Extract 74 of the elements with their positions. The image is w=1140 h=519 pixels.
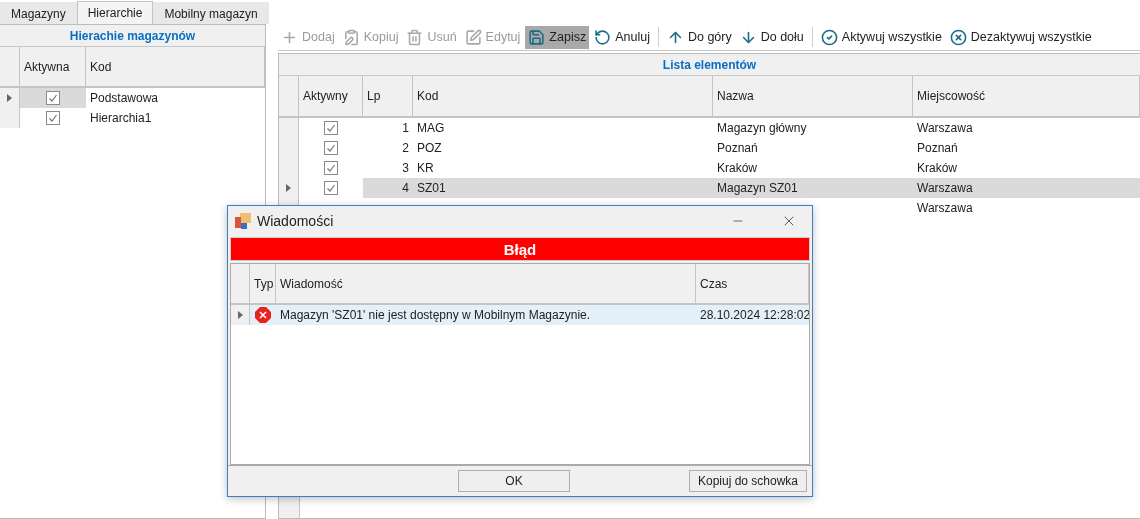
clipboard-icon: [342, 28, 360, 46]
panel-title: Lista elementów: [279, 54, 1140, 76]
row-pointer-icon: [7, 94, 12, 102]
column-header[interactable]: Miejscowość: [913, 76, 1140, 116]
table-cell: Magazyn SZ01: [713, 178, 913, 198]
table-row[interactable]: 4 SZ01 Magazyn SZ01 Warszawa: [279, 178, 1140, 198]
row-pointer-icon: [237, 311, 243, 319]
undo-icon: [594, 28, 612, 46]
row-header[interactable]: [0, 88, 20, 108]
panel-title: Hierachie magazynów: [0, 25, 265, 47]
tab[interactable]: Magazyny: [0, 2, 77, 24]
tab[interactable]: Mobilny magazyn: [153, 2, 269, 24]
table-cell-text: KR: [416, 160, 435, 177]
table-cell: SZ01: [413, 178, 713, 198]
checkbox[interactable]: [324, 141, 338, 155]
edit-icon: [464, 28, 482, 46]
check-circle-icon: [820, 28, 838, 46]
save-icon: [528, 28, 546, 46]
column-header[interactable]: Wiadomość: [276, 264, 696, 303]
table-cell: Warszawa: [913, 178, 1140, 198]
row-header[interactable]: [279, 178, 299, 198]
toolbar-button[interactable]: Aktywuj wszystkie: [817, 25, 945, 49]
toolbar-button[interactable]: Anuluj: [591, 25, 653, 49]
table-cell-text: Poznań: [916, 140, 959, 157]
checkbox[interactable]: [46, 111, 60, 125]
toolbar-button[interactable]: Dezaktywuj wszystkie: [946, 25, 1095, 49]
table-row[interactable]: Hierarchia1: [0, 108, 265, 128]
checkbox[interactable]: [324, 121, 338, 135]
toolbar-button[interactable]: Zapisz: [525, 25, 590, 49]
checkbox[interactable]: [46, 91, 60, 105]
table-cell-text: 2: [401, 140, 410, 157]
column-header[interactable]: Czas: [696, 264, 809, 303]
column-header[interactable]: Nazwa: [713, 76, 913, 116]
message-row[interactable]: Magazyn 'SZ01' nie jest dostępny w Mobilnym Magazynie. 28.10.2024 12:28:02: [231, 305, 809, 325]
table-row[interactable]: Podstawowa: [0, 88, 265, 108]
table-cell-text: Warszawa: [916, 200, 974, 217]
table-cell-text: POZ: [416, 140, 443, 157]
row-header[interactable]: [231, 305, 250, 325]
dialog-title: Wiadomości: [257, 213, 335, 229]
table-cell-text: Kraków: [916, 160, 958, 177]
table-cell-text: Podstawowa: [89, 90, 160, 107]
table-cell-text: Hierarchia1: [89, 110, 153, 127]
table-cell-text: 28.10.2024 12:28:02: [699, 307, 809, 324]
column-header[interactable]: Kod: [86, 47, 265, 86]
checkbox[interactable]: [324, 161, 338, 175]
column-header[interactable]: Lp: [363, 76, 413, 116]
table-cell-text: Magazyn 'SZ01' nie jest dostępny w Mobilnym Magazynie.: [279, 307, 592, 324]
table-cell: 4: [363, 178, 413, 198]
dialog-button[interactable]: Kopiuj do schowka: [689, 470, 807, 492]
trash-icon: [406, 28, 424, 46]
column-header[interactable]: Typ: [250, 264, 276, 303]
error-banner: Błąd: [230, 237, 810, 261]
error-icon: [255, 307, 271, 323]
table-row[interactable]: 3 KR Kraków Kraków: [279, 158, 1140, 178]
row-pointer-icon: [286, 184, 291, 192]
column-header[interactable]: Kod: [413, 76, 713, 116]
app-logo-icon: [234, 212, 252, 230]
table-row[interactable]: 1 MAG Magazyn główny Warszawa: [279, 118, 1140, 138]
dialog-button[interactable]: OK: [458, 470, 570, 492]
tab[interactable]: Hierarchie: [76, 1, 154, 24]
table-cell-text: MAG: [416, 120, 446, 137]
checkbox[interactable]: [324, 181, 338, 195]
table-cell-text: Poznań: [716, 140, 759, 157]
x-circle-icon: [949, 28, 967, 46]
toolbar-button[interactable]: Do dołu: [736, 25, 807, 49]
table-row[interactable]: 2 POZ Poznań Poznań: [279, 138, 1140, 158]
table-cell-text: Warszawa: [916, 120, 974, 137]
table-cell-text: Kraków: [716, 160, 758, 177]
toolbar-button[interactable]: Do góry: [663, 25, 735, 49]
column-header[interactable]: Aktywny: [299, 76, 363, 116]
table-cell-text: 1: [401, 120, 410, 137]
table-cell-text: 3: [401, 160, 410, 177]
column-header[interactable]: Aktywna: [20, 47, 86, 86]
table-cell-text: Magazyn główny: [716, 120, 808, 137]
